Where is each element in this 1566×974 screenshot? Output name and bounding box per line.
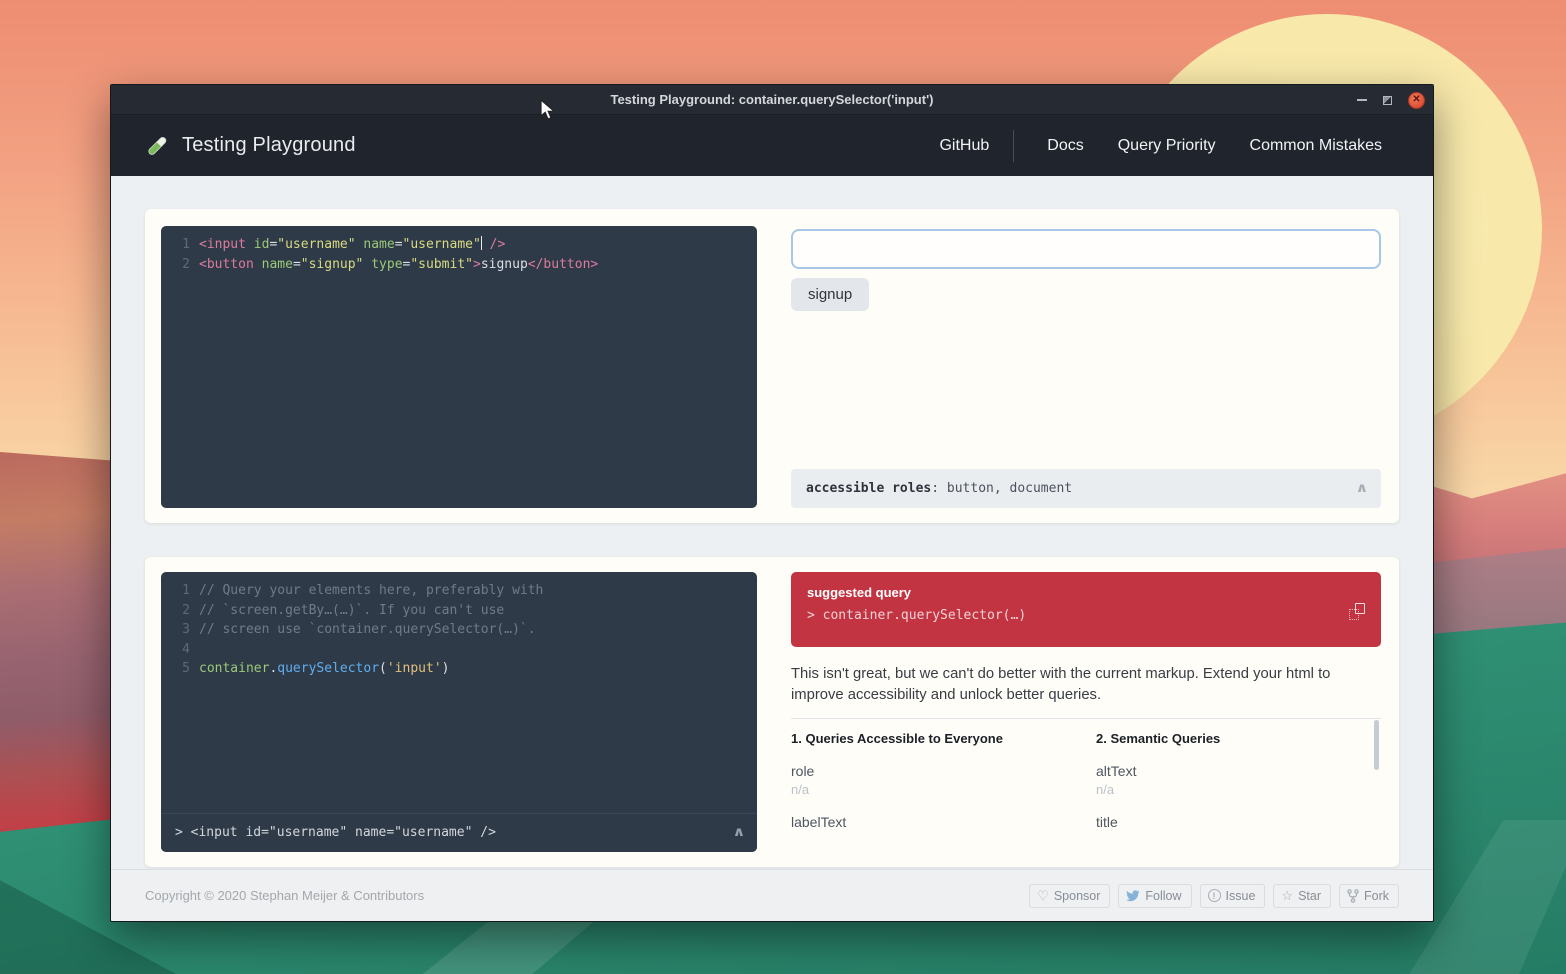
query-column-heading: 2. Semantic Queries [1096, 731, 1381, 746]
nav-divider [1013, 130, 1014, 162]
query-column-semantic: 2. Semantic Queries altText n/a title [1096, 731, 1381, 852]
close-button[interactable]: ✕ [1408, 92, 1425, 109]
nav-github[interactable]: GitHub [922, 137, 989, 155]
header-nav: GitHub Docs Query Priority Common Mistak… [922, 130, 1399, 162]
accessible-roles-value: : button, document [931, 481, 1072, 496]
query-item-alttext[interactable]: altText n/a [1096, 763, 1381, 797]
twitter-icon [1126, 890, 1140, 902]
code-line: 5container.querySelector('input') [161, 659, 757, 679]
copy-icon[interactable] [1349, 603, 1365, 620]
code-line: 4 [161, 640, 757, 660]
fork-button[interactable]: Fork [1339, 884, 1399, 908]
preview-pane: signup accessible roles: button, documen… [791, 226, 1381, 508]
query-item-title[interactable]: title [1096, 814, 1381, 848]
sponsor-button[interactable]: ♡ Sponsor [1029, 884, 1110, 908]
star-icon: ☆ [1281, 889, 1293, 902]
star-button[interactable]: ☆ Star [1273, 884, 1331, 908]
markup-card: 1<input id="username" name="username" />… [145, 209, 1399, 523]
query-card: 1// Query your elements here, preferably… [145, 557, 1399, 867]
accessible-roles-label: accessible roles [806, 481, 931, 496]
query-item-role[interactable]: role n/a [791, 763, 1096, 797]
collapse-console-chevron-icon[interactable]: ∧ [733, 823, 744, 843]
nav-query-priority[interactable]: Query Priority [1101, 137, 1233, 155]
footer: Copyright © 2020 Stephan Meijer & Contri… [111, 869, 1433, 921]
nav-common-mistakes[interactable]: Common Mistakes [1233, 137, 1399, 155]
query-result-console: > <input id="username" name="username" /… [161, 813, 757, 852]
suggested-query-title: suggested query [807, 585, 1365, 600]
window-title: Testing Playground: container.querySelec… [610, 92, 933, 107]
suggested-query-panel: suggested query > container.querySelecto… [791, 572, 1381, 647]
minimize-button[interactable] [1357, 99, 1367, 101]
app-title: Testing Playground [182, 134, 356, 157]
username-input[interactable] [791, 229, 1381, 269]
fork-icon [1347, 889, 1359, 903]
query-editor[interactable]: 1// Query your elements here, preferably… [161, 572, 757, 852]
code-line: 1// Query your elements here, preferably… [161, 581, 757, 601]
scrollbar-thumb[interactable] [1374, 720, 1379, 770]
query-column-accessible: 1. Queries Accessible to Everyone role n… [791, 731, 1096, 852]
html-editor[interactable]: 1<input id="username" name="username" />… [161, 226, 757, 508]
maximize-button[interactable] [1383, 96, 1392, 105]
code-line: 1<input id="username" name="username" /> [161, 235, 757, 255]
code-line: 3// screen use `container.querySelector(… [161, 620, 757, 640]
main-content: 1<input id="username" name="username" />… [111, 176, 1433, 869]
advice-text: This isn't great, but we can't do better… [791, 664, 1381, 705]
issue-icon: ! [1208, 889, 1221, 902]
query-column-heading: 1. Queries Accessible to Everyone [791, 731, 1096, 746]
follow-button[interactable]: Follow [1118, 884, 1191, 908]
window-titlebar[interactable]: Testing Playground: container.querySelec… [111, 85, 1433, 115]
query-item-labeltext[interactable]: labelText [791, 814, 1096, 848]
signup-button[interactable]: signup [791, 278, 869, 311]
footer-badges: ♡ Sponsor Follow ! Issue ☆ Star [1029, 884, 1399, 908]
code-line: 2// `screen.getBy…(…)`. If you can't use [161, 601, 757, 621]
suggestion-pane: suggested query > container.querySelecto… [791, 572, 1381, 852]
brand: Testing Playground [145, 134, 356, 158]
copyright-text: Copyright © 2020 Stephan Meijer & Contri… [145, 888, 424, 903]
test-tube-logo-icon [145, 134, 169, 158]
accessible-roles-bar: accessible roles: button, document ∧ [791, 469, 1381, 508]
heart-icon: ♡ [1037, 889, 1049, 902]
issue-button[interactable]: ! Issue [1200, 884, 1266, 908]
query-list-section: 1. Queries Accessible to Everyone role n… [791, 718, 1381, 852]
suggested-query-text: > container.querySelector(…) [807, 608, 1365, 623]
code-line: 2<button name="signup" type="submit">sig… [161, 255, 757, 275]
query-result-text: > <input id="username" name="username" /… [175, 823, 496, 843]
collapse-roles-chevron-icon[interactable]: ∧ [1356, 481, 1367, 496]
nav-docs[interactable]: Docs [1030, 137, 1100, 155]
app-header: Testing Playground GitHub Docs Query Pri… [111, 115, 1433, 176]
app-window: Testing Playground: container.querySelec… [110, 84, 1434, 922]
